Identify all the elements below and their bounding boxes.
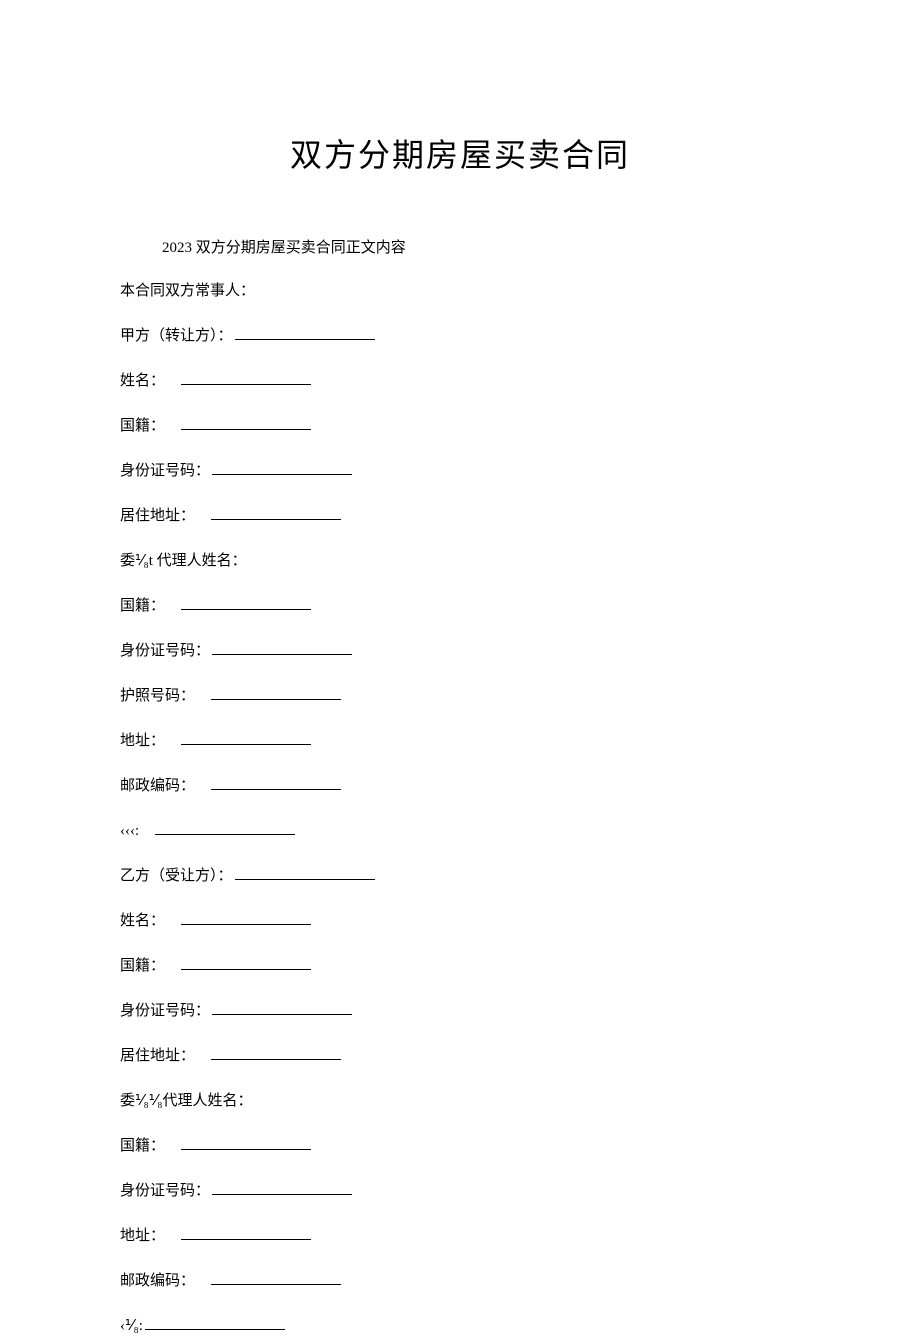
party-a-nationality-label: 国籍： [120,418,165,434]
party-b-agent-nationality-blank[interactable] [181,1136,311,1150]
party-a-header-label: 甲方（转让方）： [120,328,233,344]
party-a-agent-nationality-label: 国籍： [120,598,165,614]
party-b-nationality-blank[interactable] [181,956,311,970]
party-b-postcode-blank[interactable] [211,1271,341,1285]
party-a-passport-label: 护照号码： [120,688,195,704]
document-subtitle: 2023 双方分期房屋买卖合同正文内容 [162,236,800,257]
party-b-phone: ‹⅟₈: [120,1316,800,1337]
party-b-agent-address-blank[interactable] [181,1226,311,1240]
party-a-agent-nationality: 国籍： [120,596,800,617]
party-a-address-label: 居住地址： [120,508,195,524]
party-a-nationality: 国籍： [120,416,800,437]
party-b-agent-nationality-label: 国籍： [120,1138,165,1154]
party-b-phone-blank[interactable] [145,1316,285,1330]
party-a-postcode-blank[interactable] [211,776,341,790]
party-b-name: 姓名： [120,911,800,932]
party-b-id-label: 身份证号码： [120,1003,210,1019]
party-b-agent-name: 委⅟₈⅟₈代理人姓名： [120,1091,800,1112]
party-a-agent-id: 身份证号码： [120,641,800,662]
intro-line: 本合同双方常事人： [120,281,800,302]
party-b-address-label: 居住地址： [120,1048,195,1064]
party-a-nationality-blank[interactable] [181,416,311,430]
party-a-agent-address-blank[interactable] [181,731,311,745]
party-a-header-blank[interactable] [235,326,375,340]
party-a-agent-nationality-blank[interactable] [181,596,311,610]
party-a-agent-name: 委⅟₈t 代理人姓名： [120,551,800,572]
party-a-name-label: 姓名： [120,373,165,389]
party-a-agent-name-label: 委⅟₈t 代理人姓名： [120,553,247,569]
party-a-agent-id-blank[interactable] [212,641,352,655]
party-b-agent-name-label: 委⅟₈⅟₈代理人姓名： [120,1093,253,1109]
party-b-nationality: 国籍： [120,956,800,977]
party-b-id-blank[interactable] [212,1001,352,1015]
party-b-postcode: 邮政编码： [120,1271,800,1292]
party-b-agent-id-blank[interactable] [212,1181,352,1195]
party-a-passport-blank[interactable] [211,686,341,700]
party-b-nationality-label: 国籍： [120,958,165,974]
party-b-agent-address: 地址： [120,1226,800,1247]
party-b-address: 居住地址： [120,1046,800,1067]
party-b-header-blank[interactable] [235,866,375,880]
party-b-address-blank[interactable] [211,1046,341,1060]
party-a-phone-blank[interactable] [155,821,295,835]
party-b-agent-nationality: 国籍： [120,1136,800,1157]
party-a-address: 居住地址： [120,506,800,527]
party-a-agent-id-label: 身份证号码： [120,643,210,659]
document-title: 双方分期房屋买卖合同 [120,130,800,176]
party-b-name-label: 姓名： [120,913,165,929]
party-b-header: 乙方（受让方）： [120,866,800,887]
party-a-header: 甲方（转让方）： [120,326,800,347]
party-a-agent-address: 地址： [120,731,800,752]
party-a-id-label: 身份证号码： [120,463,210,479]
party-b-phone-label: ‹⅟₈: [120,1318,143,1334]
party-a-address-blank[interactable] [211,506,341,520]
party-a-phone-label: ‹‹‹: [120,823,139,839]
party-a-postcode: 邮政编码： [120,776,800,797]
party-a-passport: 护照号码： [120,686,800,707]
party-b-agent-id: 身份证号码： [120,1181,800,1202]
party-a-id-blank[interactable] [212,461,352,475]
party-b-name-blank[interactable] [181,911,311,925]
party-a-id: 身份证号码： [120,461,800,482]
party-b-postcode-label: 邮政编码： [120,1273,195,1289]
party-b-agent-id-label: 身份证号码： [120,1183,210,1199]
party-a-name: 姓名： [120,371,800,392]
party-a-phone: ‹‹‹: [120,821,800,842]
party-a-postcode-label: 邮政编码： [120,778,195,794]
party-a-name-blank[interactable] [181,371,311,385]
party-a-agent-address-label: 地址： [120,733,165,749]
party-b-id: 身份证号码： [120,1001,800,1022]
party-b-header-label: 乙方（受让方）： [120,868,233,884]
party-b-agent-address-label: 地址： [120,1228,165,1244]
